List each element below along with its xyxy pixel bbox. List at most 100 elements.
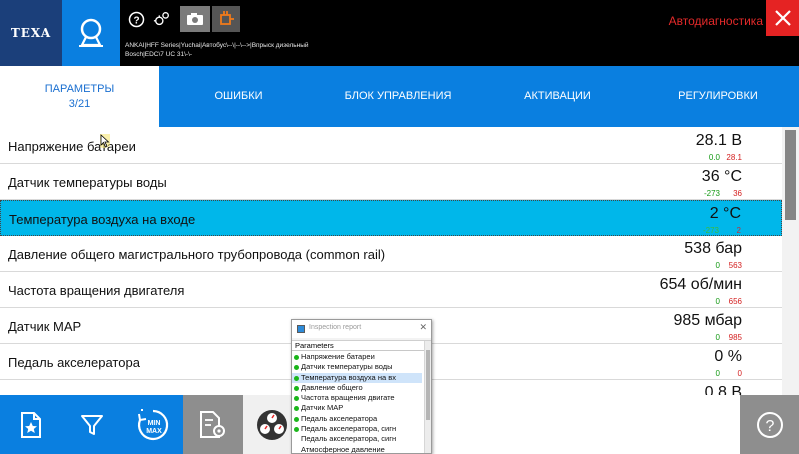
star-document-icon (20, 411, 41, 438)
popup-item-label: Датчик температуры воды (301, 362, 393, 372)
status-dot-icon (294, 416, 299, 422)
popup-list-item[interactable]: Напряжение батареи (292, 352, 422, 362)
tab-bar: ПАРАМЕТРЫ 3/21 ОШИБКИ БЛОК УПРАВЛЕНИЯ АК… (0, 66, 799, 127)
minmax-button[interactable]: MIN MAX (122, 395, 183, 454)
parameter-row[interactable]: Датчик температуры воды 36 °C -273 36 (0, 164, 782, 200)
tab-activations[interactable]: АКТИВАЦИИ (478, 66, 637, 127)
parameter-min: 0 (715, 333, 720, 342)
logo-text: TEXA (10, 26, 52, 40)
tab-activations-label: АКТИВАЦИИ (524, 90, 591, 102)
help-icon: ? (128, 11, 144, 27)
parameter-max: 0 (737, 369, 742, 378)
popup-scrollbar-thumb[interactable] (426, 350, 430, 420)
tab-parameters[interactable]: ПАРАМЕТРЫ 3/21 (0, 66, 159, 127)
parameter-max: 656 (728, 297, 742, 306)
parameter-label: Педаль акселератора (8, 355, 140, 370)
parameter-max: 563 (728, 261, 742, 270)
svg-text:?: ? (133, 15, 139, 26)
parameter-value: 538 бар (684, 240, 742, 257)
list-scrollbar-thumb[interactable] (785, 130, 796, 220)
minmax-min-text: MIN (147, 420, 160, 427)
settings-icon (153, 12, 169, 26)
app-header: TEXA ? ANKAI|HFF Series|Yuchai|Автобус\-… (0, 0, 799, 66)
popup-list-item[interactable]: Атмосферное давление (292, 445, 422, 453)
help-circle-icon: ? (756, 411, 783, 438)
favorites-button[interactable] (0, 395, 61, 454)
popup-item-label: Напряжение батареи (301, 352, 375, 361)
popup-list-item[interactable]: Частота вращения двигате (292, 393, 422, 403)
parameter-value: 2 °C (709, 205, 741, 222)
popup-list-item[interactable]: Датчик MAP (292, 403, 422, 413)
screenshot-button[interactable] (180, 6, 210, 32)
tab-adjustments[interactable]: РЕГУЛИРОВКИ (637, 66, 799, 127)
popup-parameter-list: Parameters Напряжение батареи Датчик тем… (292, 340, 431, 453)
popup-list-item[interactable]: Педаль акселератора, сигн (292, 434, 422, 444)
parameter-min: 0 (715, 261, 720, 270)
plug-icon (220, 11, 234, 25)
status-dot-icon (294, 427, 299, 433)
popup-list-item[interactable]: Педаль акселератора, сигн (292, 424, 422, 434)
parameter-value: 0 % (714, 348, 742, 365)
parameter-label: Частота вращения двигателя (8, 283, 185, 298)
parameter-min: 0.0 (708, 153, 720, 162)
vehicle-path-line-2: Bosch|EDC\7 UC 31\-\- (125, 51, 193, 58)
popup-list-item-selected[interactable]: Температура воздуха на вх (292, 372, 422, 383)
search-button[interactable] (62, 0, 120, 66)
settings-button[interactable] (153, 9, 171, 29)
parameter-max: 36 (733, 189, 742, 198)
popup-item-label: Частота вращения двигате (301, 393, 395, 403)
tab-errors-label: ОШИБКИ (214, 90, 263, 102)
minmax-icon: MIN MAX (137, 408, 168, 440)
parameter-label: Давление общего магистрального трубопров… (8, 247, 386, 262)
inspection-report-window[interactable]: Inspection report ✕ Parameters Напряжени… (291, 319, 432, 454)
tab-errors[interactable]: ОШИБКИ (159, 66, 318, 127)
popup-titlebar[interactable]: Inspection report ✕ (292, 320, 431, 338)
tab-control-unit[interactable]: БЛОК УПРАВЛЕНИЯ (318, 66, 478, 127)
popup-item-label: Педаль акселератора, сигн (301, 434, 397, 444)
parameter-max: 28.1 (726, 153, 742, 162)
status-dot-icon (294, 406, 299, 412)
parameter-min: -273 (702, 226, 719, 235)
popup-scrollbar[interactable] (424, 341, 431, 453)
status-dot-icon (294, 355, 299, 360)
parameter-value: 654 об/мин (659, 276, 742, 293)
parameter-row-selected[interactable]: Температура воздуха на входе 2 °C -273 2 (0, 200, 782, 236)
popup-column-header: Parameters (292, 341, 424, 351)
report-settings-button[interactable] (183, 395, 243, 454)
camera-icon (187, 13, 203, 25)
help-button[interactable]: ? (127, 9, 145, 29)
popup-item-label: Давление общего (301, 382, 363, 392)
close-icon (774, 10, 791, 26)
popup-item-label: Температура воздуха на вх (301, 372, 396, 382)
popup-list-item[interactable]: Давление общего (292, 383, 422, 393)
settings-document-icon (200, 410, 225, 438)
help-question-mark: ? (765, 418, 774, 435)
parameter-row[interactable]: Частота вращения двигателя 654 об/мин 0 … (0, 272, 782, 308)
parameter-max: 2 (736, 226, 741, 235)
popup-list-item[interactable]: Педаль акселератора (292, 414, 422, 424)
parameter-value: 36 °C (701, 168, 742, 185)
status-dot-icon (294, 396, 299, 402)
help-bottom-button[interactable]: ? (740, 395, 799, 454)
search-icon (79, 18, 103, 47)
popup-list-item[interactable]: Датчик температуры воды (292, 362, 422, 372)
list-scrollbar[interactable] (782, 127, 799, 395)
parameter-max: 985 (728, 333, 742, 342)
vehicle-path-line-1: ANKAI|HFF Series|Yuchai|Автобус\--\|--\-… (125, 42, 309, 49)
tab-parameters-counter: 3/21 (68, 97, 91, 110)
status-dot-icon (294, 385, 299, 391)
mode-label: Автодиагностика (668, 14, 763, 28)
parameter-row[interactable]: Напряжение батареи 28.1 В 0.0 28.1 (0, 128, 782, 164)
connection-button[interactable] (212, 6, 240, 32)
close-button[interactable] (766, 0, 799, 36)
filter-icon (80, 414, 103, 435)
popup-close-icon[interactable]: ✕ (419, 322, 427, 333)
popup-item-label: Атмосферное давление (301, 444, 385, 453)
parameter-row[interactable]: Давление общего магистрального трубопров… (0, 236, 782, 272)
popup-item-label: Датчик MAP (301, 403, 344, 413)
filter-button[interactable] (61, 395, 122, 454)
report-app-icon (297, 325, 305, 333)
popup-item-label: Педаль акселератора (301, 413, 378, 423)
popup-items: Напряжение батареи Датчик температуры во… (292, 352, 422, 453)
parameter-value: 0.8 В (704, 384, 742, 395)
